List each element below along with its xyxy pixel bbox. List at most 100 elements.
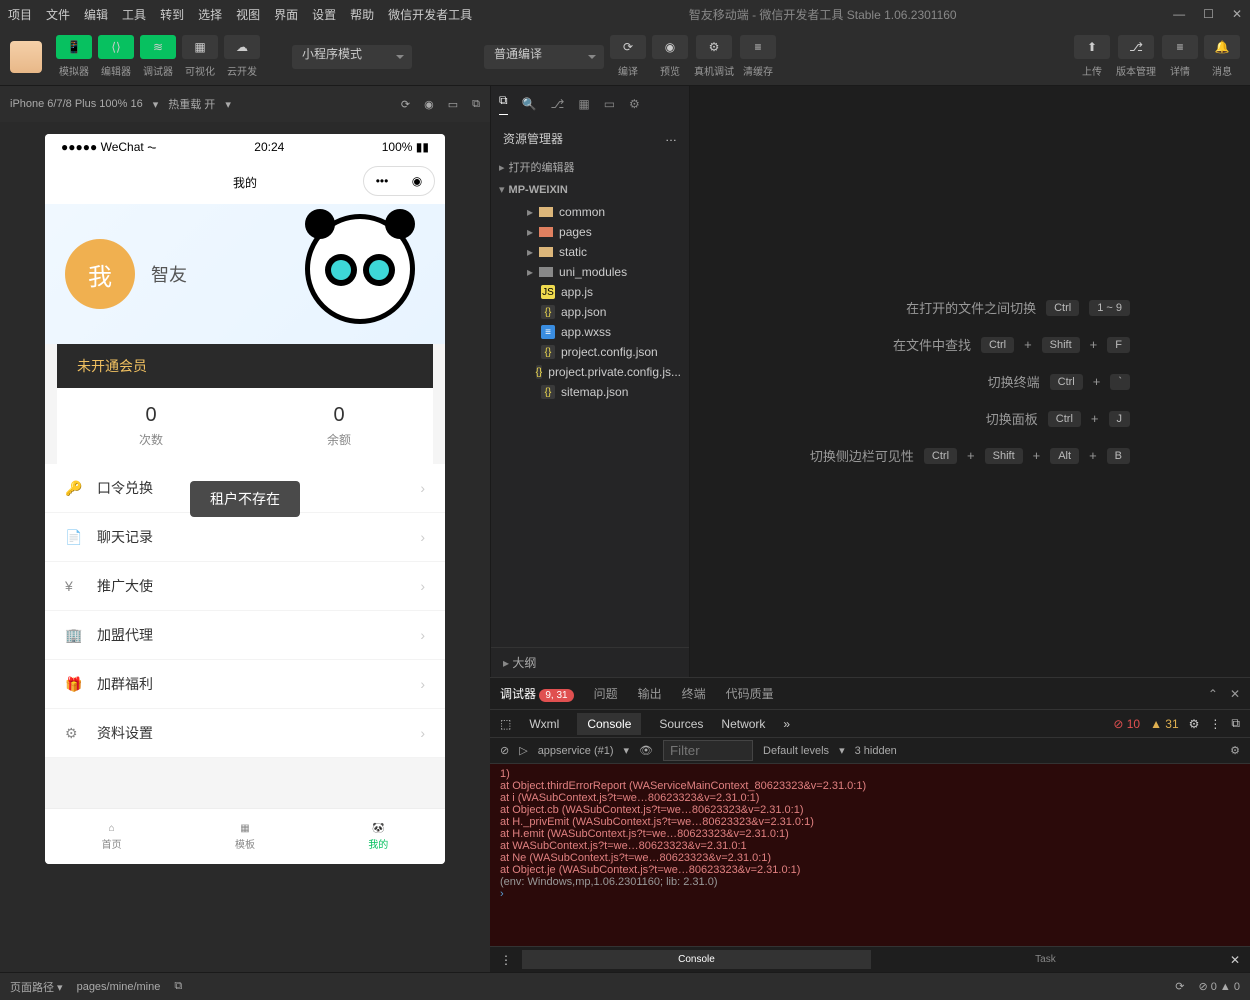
eye-icon[interactable]: 👁 <box>639 744 653 757</box>
project-section[interactable]: MP-WEIXIN <box>491 179 689 200</box>
vip-banner[interactable]: 未开通会员 <box>57 344 433 388</box>
tab-templates[interactable]: ▦模板 <box>178 809 311 864</box>
explorer-tab-icon[interactable]: ⧉ <box>499 93 508 115</box>
copy-icon[interactable]: ⧉ <box>472 98 480 111</box>
menu-settings[interactable]: 设置 <box>312 6 336 23</box>
counter-balance[interactable]: 0余额 <box>245 404 433 448</box>
inspect-icon[interactable]: ⬚ <box>500 717 511 731</box>
tree-file-project-private[interactable]: {}project.private.config.js... <box>491 362 689 382</box>
open-editors-section[interactable]: 打开的编辑器 <box>491 155 689 179</box>
tree-file-project-config[interactable]: {}project.config.json <box>491 342 689 362</box>
upload-button[interactable]: ⬆上传 <box>1074 35 1110 78</box>
preview-button[interactable]: ◉预览 <box>652 35 688 78</box>
compile-select[interactable]: 普通编译 <box>484 45 604 69</box>
tree-file-app-js[interactable]: JSapp.js <box>491 282 689 302</box>
misc-tab-icon[interactable]: ⚙ <box>629 97 640 111</box>
kebab-icon[interactable]: ⋮ <box>1209 717 1221 731</box>
sync-icon[interactable]: ⟳ <box>1175 980 1184 993</box>
tab-code-quality[interactable]: 代码质量 <box>726 685 774 702</box>
devtab-wxml[interactable]: Wxml <box>529 717 559 731</box>
extensions-tab-icon[interactable]: ▦ <box>578 97 589 111</box>
remote-debug-button[interactable]: ⚙真机调试 <box>694 35 734 78</box>
explorer-more-icon[interactable]: … <box>665 130 677 147</box>
copy-route-icon[interactable]: ⧉ <box>174 980 182 993</box>
console-output[interactable]: 1) at Object.thirdErrorReport (WAService… <box>490 764 1250 946</box>
warn-count[interactable]: ▲ 31 <box>1150 717 1179 731</box>
counter-times[interactable]: 0次数 <box>57 404 245 448</box>
device-icon[interactable]: ▭ <box>448 98 458 111</box>
close-panel-icon[interactable]: ✕ <box>1230 687 1240 701</box>
compile-button[interactable]: ⟳编译 <box>610 35 646 78</box>
menu-promoter[interactable]: ¥推广大使› <box>45 562 445 611</box>
device-select[interactable]: iPhone 6/7/8 Plus 100% 16 <box>10 98 143 110</box>
refresh-icon[interactable]: ⟳ <box>401 98 410 111</box>
menu-help[interactable]: 帮助 <box>350 6 374 23</box>
hero-avatar[interactable]: 我 <box>65 239 135 309</box>
menu-profile-settings[interactable]: ⚙资料设置› <box>45 709 445 758</box>
maximize-icon[interactable]: ☐ <box>1203 7 1214 21</box>
footer-tab-task[interactable]: Task <box>871 950 1220 969</box>
menu-interface[interactable]: 界面 <box>274 6 298 23</box>
cloud-button[interactable]: ☁云开发 <box>224 35 260 78</box>
visual-button[interactable]: ▦可视化 <box>182 35 218 78</box>
menu-select[interactable]: 选择 <box>198 6 222 23</box>
tree-file-app-json[interactable]: {}app.json <box>491 302 689 322</box>
outline-section[interactable]: 大纲 <box>491 647 689 677</box>
menu-franchise[interactable]: 🏢加盟代理› <box>45 611 445 660</box>
footer-close-icon[interactable]: ✕ <box>1220 953 1250 967</box>
hidden-count[interactable]: 3 hidden <box>855 745 897 757</box>
git-tab-icon[interactable]: ⎇ <box>551 97 565 111</box>
debugger-button[interactable]: ≋调试器 <box>140 35 176 78</box>
capsule-button[interactable]: •••◉ <box>363 166 435 196</box>
collapse-icon[interactable]: ⌃ <box>1208 687 1218 701</box>
tree-folder-static[interactable]: static <box>491 242 689 262</box>
close-icon[interactable]: ✕ <box>1232 7 1242 21</box>
play-icon[interactable]: ▷ <box>519 744 527 757</box>
route-path[interactable]: pages/mine/mine <box>77 981 161 993</box>
footer-tab-console[interactable]: Console <box>522 950 871 969</box>
settings-icon[interactable]: ⚙ <box>1230 744 1240 757</box>
hot-reload[interactable]: 热重载 开 <box>168 96 215 112</box>
user-avatar[interactable] <box>10 41 42 73</box>
tab-mine[interactable]: 🐼我的 <box>312 809 445 864</box>
error-count[interactable]: ⊘ 10 <box>1113 717 1140 731</box>
details-button[interactable]: ≡详情 <box>1162 35 1198 78</box>
menu-wechat-devtools[interactable]: 微信开发者工具 <box>388 6 472 23</box>
version-button[interactable]: ⎇版本管理 <box>1116 35 1156 78</box>
editor-button[interactable]: ⟨⟩编辑器 <box>98 35 134 78</box>
levels-select[interactable]: Default levels <box>763 745 829 757</box>
menu-tools[interactable]: 工具 <box>122 6 146 23</box>
menu-chat-history[interactable]: 📄聊天记录› <box>45 513 445 562</box>
dock-icon[interactable]: ⧉ <box>1231 716 1240 731</box>
tab-home[interactable]: ⌂首页 <box>45 809 178 864</box>
debug-tab-icon[interactable]: ▭ <box>604 97 615 111</box>
clear-cache-button[interactable]: ≡清缓存 <box>740 35 776 78</box>
route-label[interactable]: 页面路径 ▾ <box>10 979 63 995</box>
menu-group-welfare[interactable]: 🎁加群福利› <box>45 660 445 709</box>
menu-goto[interactable]: 转到 <box>160 6 184 23</box>
messages-button[interactable]: 🔔消息 <box>1204 35 1240 78</box>
record-icon[interactable]: ◉ <box>424 98 434 111</box>
minimize-icon[interactable]: — <box>1173 7 1185 21</box>
status-errors[interactable]: ⊘ 0 ▲ 0 <box>1198 980 1240 993</box>
tree-file-sitemap[interactable]: {}sitemap.json <box>491 382 689 402</box>
context-select[interactable]: appservice (#1) <box>538 745 614 757</box>
tab-problems[interactable]: 问题 <box>594 685 618 702</box>
tree-file-app-wxss[interactable]: ≡app.wxss <box>491 322 689 342</box>
tab-terminal[interactable]: 终端 <box>682 685 706 702</box>
devtab-network[interactable]: Network <box>721 717 765 731</box>
menu-project[interactable]: 项目 <box>8 6 32 23</box>
clear-console-icon[interactable]: ⊘ <box>500 744 509 757</box>
drawer-toggle-icon[interactable]: ⋮ <box>490 953 522 967</box>
devtab-more-icon[interactable]: » <box>783 717 790 731</box>
menu-edit[interactable]: 编辑 <box>84 6 108 23</box>
menu-file[interactable]: 文件 <box>46 6 70 23</box>
filter-input[interactable] <box>663 740 753 761</box>
search-tab-icon[interactable]: 🔍 <box>522 97 537 111</box>
devtab-console[interactable]: Console <box>577 713 641 735</box>
mode-select[interactable]: 小程序模式 <box>292 45 412 69</box>
menu-view[interactable]: 视图 <box>236 6 260 23</box>
tab-output[interactable]: 输出 <box>638 685 662 702</box>
simulator-button[interactable]: 📱模拟器 <box>56 35 92 78</box>
tab-debugger[interactable]: 调试器 9, 31 <box>500 685 574 702</box>
